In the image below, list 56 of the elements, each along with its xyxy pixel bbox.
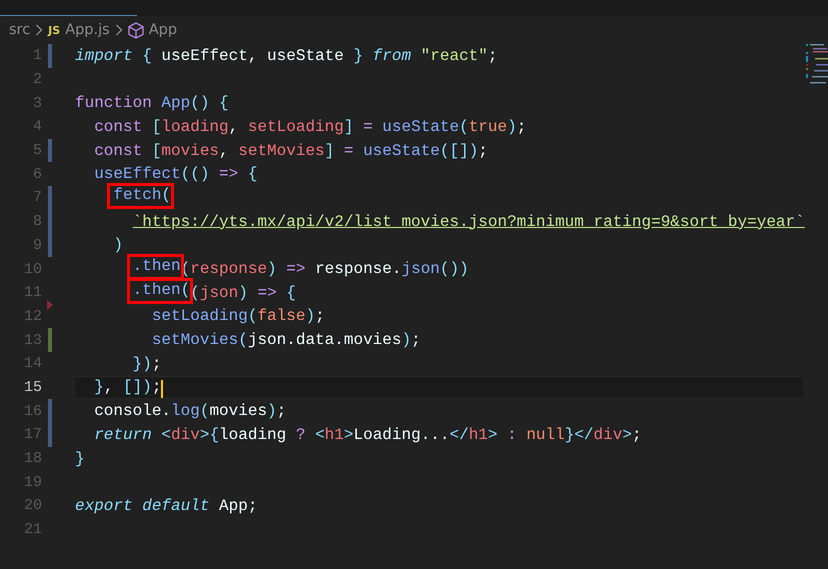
breadcrumb-item[interactable]: src (9, 22, 30, 38)
code-line: return <div>{loading ? <h1>Loading...</h1> : null}</div>; (94, 426, 642, 444)
text-cursor (161, 380, 164, 398)
line-number: 8 (32, 213, 42, 230)
git-modified-marker[interactable] (48, 210, 52, 234)
code-line: } (75, 450, 85, 468)
highlighted-code: fetch( (107, 182, 174, 209)
line-number: 21 (22, 521, 42, 538)
code-line: function App() { (75, 94, 229, 112)
git-modified-marker[interactable] (48, 399, 52, 423)
git-modified-marker[interactable] (48, 138, 52, 162)
line-number: 2 (32, 71, 42, 88)
git-modified-marker[interactable] (48, 423, 52, 447)
line-number: 15 (22, 378, 42, 396)
line-number: 12 (22, 308, 42, 325)
line-number: 19 (22, 474, 42, 491)
code-line: setLoading(false); (152, 307, 325, 326)
git-deleted-marker[interactable] (47, 300, 53, 310)
line-number: 9 (32, 236, 42, 254)
code-line: ) (113, 236, 124, 254)
line-number: 16 (22, 402, 42, 420)
code-line: const [loading, setLoading] = useState(true); (94, 118, 526, 136)
breadcrumb-item[interactable]: App.js (65, 22, 110, 38)
code-line: useEffect(() => { (94, 165, 258, 184)
line-number: 6 (32, 166, 42, 183)
highlighted-code: .then( (126, 278, 194, 304)
highlighted-code: .then (126, 254, 184, 280)
code-line: setMovies(json.data.movies); (152, 331, 421, 350)
line-number: 4 (32, 118, 42, 136)
line-number: 11 (22, 284, 42, 302)
git-modified-marker[interactable] (48, 234, 52, 258)
line-number: 13 (22, 332, 42, 349)
js-file-icon: JS (48, 24, 60, 36)
code-line: }); (132, 354, 162, 373)
line-number: 7 (32, 189, 42, 206)
line-number: 3 (32, 94, 42, 112)
line-number: 20 (22, 497, 42, 514)
chevron-icon (35, 24, 44, 36)
git-modified-marker[interactable] (48, 186, 52, 210)
git-added-marker[interactable] (48, 328, 52, 352)
line-number: 10 (22, 260, 42, 278)
line-number: 18 (22, 450, 42, 468)
line-number: 14 (22, 355, 42, 372)
chevron-icon (114, 24, 123, 36)
line-number: 5 (32, 142, 42, 160)
git-modified-marker[interactable] (48, 44, 52, 68)
code-line: console.log(movies); (94, 402, 286, 420)
code-line: import { useEffect, useState } from "react"; (75, 46, 498, 65)
cube-icon (128, 22, 144, 38)
line-number: 1 (32, 47, 42, 64)
code-line: export default App; (75, 496, 258, 515)
code-line: }, []); (94, 378, 162, 396)
line-number: 17 (22, 426, 42, 444)
code-line: const [movies, setMovies] = useState([]); (94, 142, 488, 160)
breadcrumb-item[interactable]: App (148, 22, 178, 38)
code-line: `https://yts.mx/api/v2/list_movies.json?minimum_rating=9&sort_by=year` (132, 212, 805, 231)
